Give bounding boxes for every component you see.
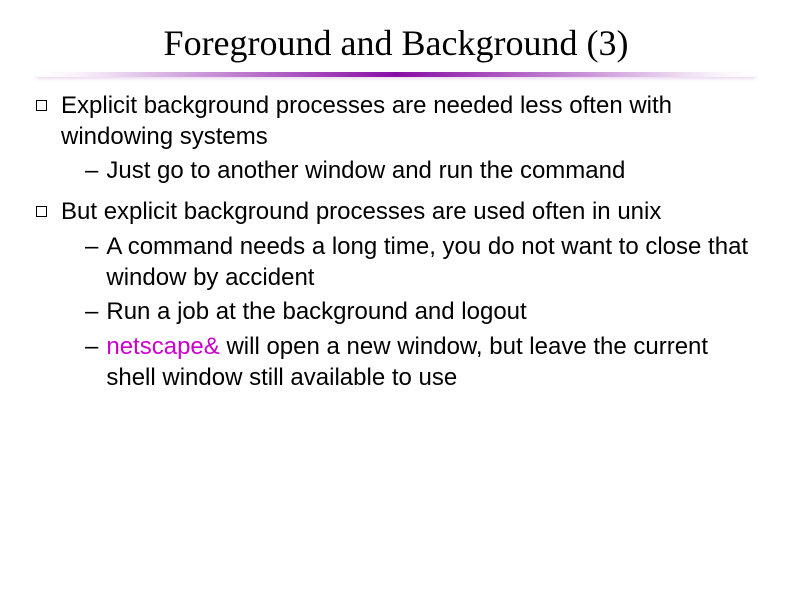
slide-content: Explicit background processes are needed… (0, 91, 792, 393)
sub-item: – Run a job at the background and logout (61, 297, 756, 328)
dash-icon: – (85, 156, 98, 187)
sub-text: Just go to another window and run the co… (106, 156, 625, 187)
gradient-bar (36, 72, 756, 77)
dash-icon: – (85, 332, 98, 363)
dash-icon: – (85, 297, 98, 328)
bullet-text: Explicit background processes are needed… (61, 92, 672, 150)
sub-item: – A command needs a long time, you do no… (61, 232, 756, 293)
bullet-body: But explicit background processes are us… (61, 197, 756, 393)
sub-text: A command needs a long time, you do not … (106, 232, 756, 293)
bullet-item: Explicit background processes are needed… (36, 91, 756, 187)
bullet-body: Explicit background processes are needed… (61, 91, 756, 187)
bullet-item: But explicit background processes are us… (36, 197, 756, 393)
dash-icon: – (85, 232, 98, 263)
bullet-text: But explicit background processes are us… (61, 198, 661, 225)
command-text: netscape& (106, 333, 219, 360)
sub-item: – netscape& will open a new window, but … (61, 332, 756, 393)
sub-text: Run a job at the background and logout (106, 297, 526, 328)
square-bullet-icon (36, 100, 47, 111)
slide-title: Foreground and Background (3) (0, 0, 792, 72)
sub-item: – Just go to another window and run the … (61, 156, 756, 187)
sub-text: netscape& will open a new window, but le… (106, 332, 756, 393)
square-bullet-icon (36, 206, 47, 217)
title-underline (36, 72, 756, 77)
